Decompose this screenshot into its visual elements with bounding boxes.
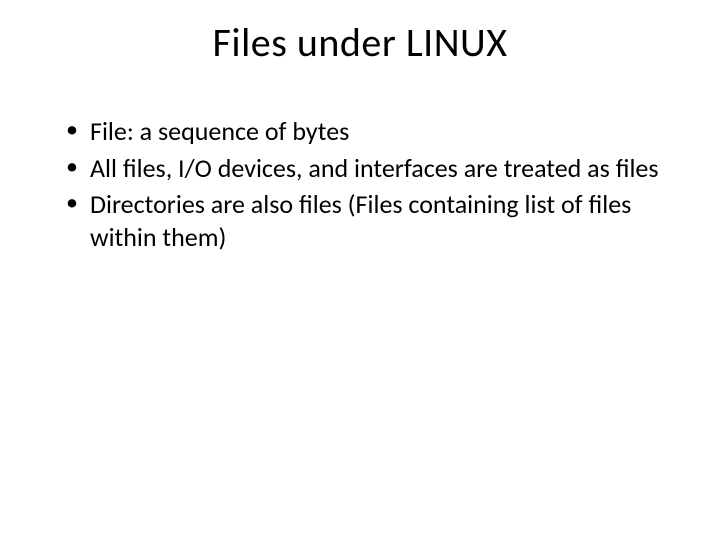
bullet-item: File: a sequence of bytes [66, 115, 672, 148]
bullet-item: All files, I/O devices, and interfaces a… [66, 152, 672, 185]
slide-title: Files under LINUX [48, 18, 672, 67]
bullet-list: File: a sequence of bytes All files, I/O… [48, 115, 672, 253]
slide-container: Files under LINUX File: a sequence of by… [0, 0, 720, 540]
bullet-item: Directories are also files (Files contai… [66, 188, 672, 253]
